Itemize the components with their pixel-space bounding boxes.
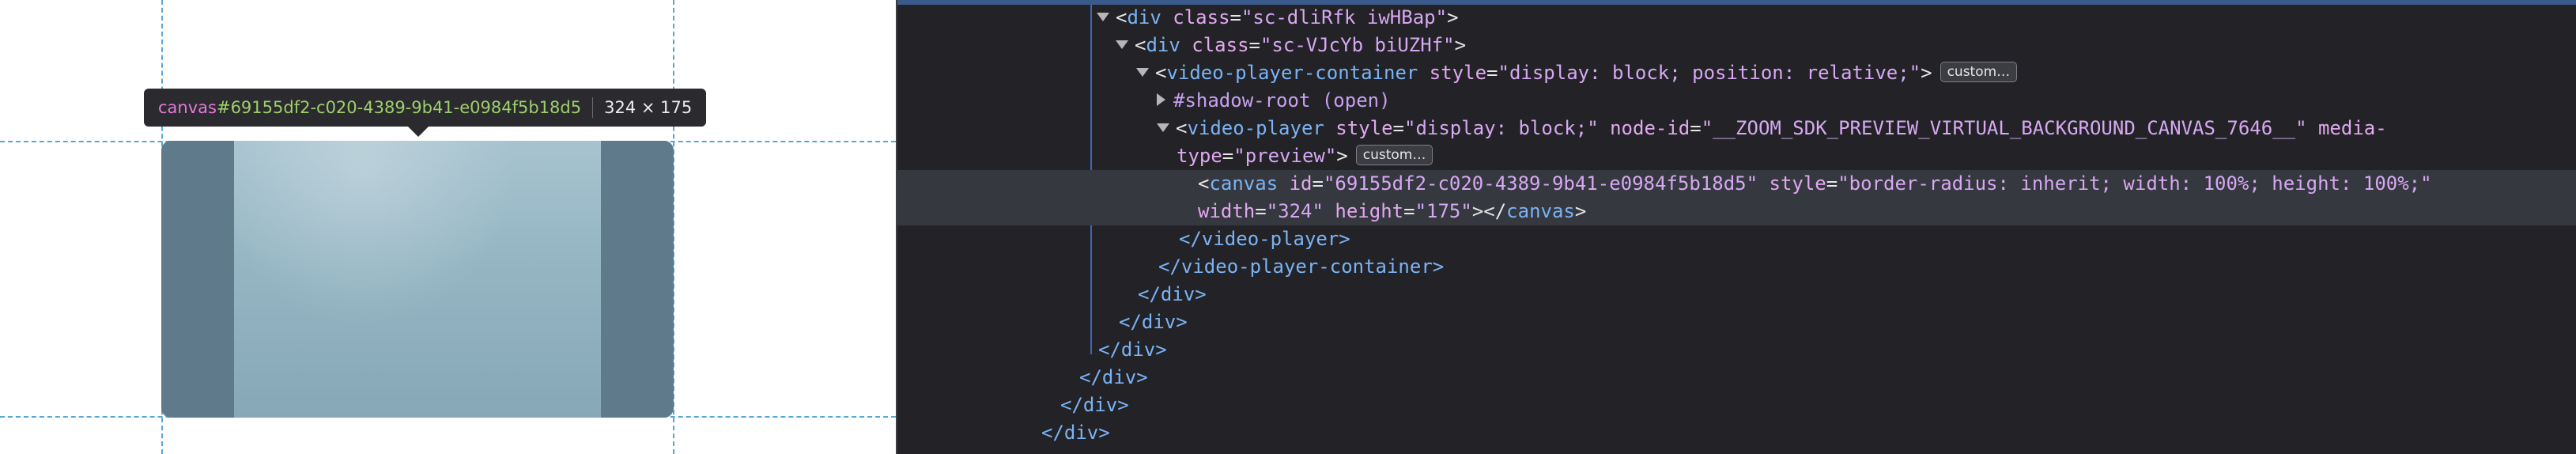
dom-node-shadow-root[interactable]: #shadow-root (open): [897, 87, 2576, 115]
canvas-video-glare: [234, 141, 601, 418]
collapse-triangle-icon[interactable]: [1157, 123, 1169, 132]
dom-node-div-sc-VJcYb[interactable]: <div class="sc-VJcYb biUZHf">: [897, 32, 2576, 59]
dom-node-div-close[interactable]: </div>: [897, 308, 2576, 336]
dom-node-video-player-continued[interactable]: type="preview"> custom…: [897, 142, 2576, 170]
tooltip-separator: [592, 97, 594, 118]
devtools-elements-panel: <div class="sc-dliRfk iwHBap"> <div clas…: [896, 0, 2576, 454]
custom-element-badge[interactable]: custom…: [1355, 145, 1433, 165]
dom-node-div-close[interactable]: </div>: [897, 364, 2576, 392]
dom-node-div-close[interactable]: </div>: [897, 392, 2576, 419]
collapse-triangle-icon[interactable]: [1097, 12, 1109, 21]
dom-node-video-player-close[interactable]: </video-player>: [897, 225, 2576, 253]
page-preview: canvas #69155df2-c020-4389-9b41-e0984f5b1…: [0, 0, 896, 454]
dom-node-video-player-container-close[interactable]: </video-player-container>: [897, 253, 2576, 281]
dom-node-video-player-container[interactable]: <video-player-container style="display: …: [897, 59, 2576, 87]
tooltip-tag-name: canvas: [158, 98, 217, 117]
tooltip-element-id: #69155df2-c020-4389-9b41-e0984f5b18d5: [216, 98, 582, 117]
dom-node-div-close[interactable]: </div>: [897, 419, 2576, 447]
collapse-triangle-icon[interactable]: [1136, 67, 1149, 77]
dom-node-div-close[interactable]: </div>: [897, 281, 2576, 308]
collapse-triangle-icon[interactable]: [1116, 40, 1128, 49]
highlighted-canvas-element[interactable]: [161, 141, 674, 418]
dom-node-div-close[interactable]: </div>: [897, 336, 2576, 364]
tooltip-arrow-icon: [408, 127, 429, 137]
custom-element-badge[interactable]: custom…: [1940, 62, 2018, 82]
dom-node-canvas-selected-continued[interactable]: width="324" height="175"></canvas>: [897, 198, 2576, 225]
dom-node-video-player[interactable]: <video-player style="display: block;" no…: [897, 115, 2576, 142]
expand-triangle-icon[interactable]: [1157, 93, 1165, 106]
dom-node-canvas-selected[interactable]: <canvas id="69155df2-c020-4389-9b41-e098…: [897, 170, 2576, 198]
dom-node-div-sc-dliRfk[interactable]: <div class="sc-dliRfk iwHBap">: [897, 4, 2576, 32]
tooltip-dimensions: 324 × 175: [604, 98, 693, 117]
inspector-tooltip: canvas #69155df2-c020-4389-9b41-e0984f5b1…: [144, 89, 707, 127]
